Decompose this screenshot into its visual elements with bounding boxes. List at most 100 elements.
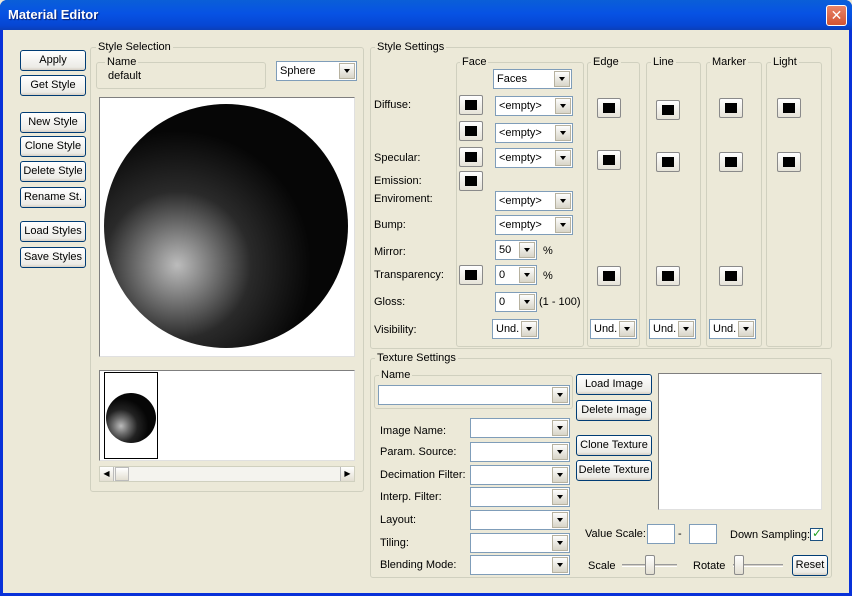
light-specular-color-button[interactable] (777, 152, 801, 172)
color-swatch-icon (783, 103, 795, 113)
preview-shape-value: Sphere (280, 65, 316, 77)
face-gloss-select[interactable]: 0 (495, 292, 537, 312)
face-diffuse-texture-select[interactable]: <empty> (495, 96, 573, 116)
line-specular-color-button[interactable] (656, 152, 680, 172)
delete-texture-button[interactable]: Delete Texture (576, 460, 652, 481)
line-transparency-color-button[interactable] (656, 266, 680, 286)
param-source-select[interactable] (470, 442, 570, 462)
chevron-down-icon (519, 267, 535, 283)
face-bump-texture-select[interactable]: <empty> (495, 215, 573, 235)
value-scale-max-input[interactable] (689, 524, 717, 544)
face-mirror-select[interactable]: 50 (495, 240, 537, 260)
blending-mode-label: Blending Mode: (380, 559, 457, 571)
style-thumbnail[interactable] (104, 372, 158, 459)
image-name-label: Image Name: (380, 425, 447, 437)
checkmark-icon: ✓ (812, 526, 823, 540)
decimation-filter-select[interactable] (470, 465, 570, 485)
clone-style-button[interactable]: Clone Style (20, 136, 86, 157)
face-mode-select[interactable]: Faces (493, 69, 572, 89)
specular-label: Specular: (374, 152, 421, 164)
reset-button[interactable]: Reset (792, 555, 828, 576)
face-visibility-select[interactable]: Und. (492, 319, 539, 339)
new-style-button[interactable]: New Style (20, 112, 86, 133)
rename-style-button[interactable]: Rename St. (20, 187, 86, 208)
apply-button[interactable]: Apply (20, 50, 86, 71)
light-diffuse-color-button[interactable] (777, 98, 801, 118)
thumbnail-scrollbar[interactable]: ◀ ▶ (99, 466, 355, 482)
texture-image-preview (658, 373, 822, 510)
color-swatch-icon (603, 155, 615, 165)
face-environment-texture-select[interactable]: <empty> (495, 191, 573, 211)
face-diffuse-color-button[interactable] (459, 95, 483, 115)
edge-specular-color-button[interactable] (597, 150, 621, 170)
gloss-label: Gloss: (374, 296, 406, 308)
scrollbar-thumb[interactable] (115, 467, 129, 481)
line-visibility-select[interactable]: Und. (649, 319, 696, 339)
color-swatch-icon (662, 157, 674, 167)
arrow-left-icon[interactable]: ◀ (100, 467, 114, 481)
value-scale-min-input[interactable] (647, 524, 675, 544)
chevron-down-icon (339, 63, 355, 79)
marker-specular-color-button[interactable] (719, 152, 743, 172)
tiling-select[interactable] (470, 533, 570, 553)
image-name-select[interactable] (470, 418, 570, 438)
edge-column-title: Edge (591, 56, 621, 68)
down-sampling-checkbox[interactable]: ✓ (810, 526, 823, 541)
scale-slider-thumb[interactable] (645, 555, 655, 575)
edge-visibility-value: Und. (594, 323, 618, 335)
color-swatch-icon (662, 271, 674, 281)
edge-transparency-color-button[interactable] (597, 266, 621, 286)
title-bar[interactable]: Material Editor ✕ (0, 0, 852, 30)
chevron-down-icon (552, 467, 568, 483)
preview-shape-select[interactable]: Sphere (276, 61, 357, 81)
face-transparency-select[interactable]: 0 (495, 265, 537, 285)
style-name-label: Name (105, 56, 139, 68)
marker-visibility-select[interactable]: Und. (709, 319, 756, 339)
marker-transparency-color-button[interactable] (719, 266, 743, 286)
face-diffuse2-texture-select[interactable]: <empty> (495, 123, 573, 143)
param-source-label: Param. Source: (380, 446, 457, 458)
save-styles-button[interactable]: Save Styles (20, 247, 86, 268)
line-diffuse-color-button[interactable] (656, 100, 680, 120)
get-style-button[interactable]: Get Style (20, 75, 86, 96)
load-styles-button[interactable]: Load Styles (20, 221, 86, 242)
face-transparency-value: 0 (499, 269, 506, 281)
interp-filter-select[interactable] (470, 487, 570, 507)
color-swatch-icon (725, 271, 737, 281)
edge-diffuse-color-button[interactable] (597, 98, 621, 118)
load-image-button[interactable]: Load Image (576, 374, 652, 395)
transparency-label: Transparency: (374, 269, 444, 281)
edge-visibility-select[interactable]: Und. (590, 319, 637, 339)
environment-label: Enviroment: (374, 193, 433, 205)
value-scale-separator: - (678, 528, 682, 540)
bump-label: Bump: (374, 219, 406, 231)
sphere-preview-image (104, 104, 348, 348)
clone-texture-button[interactable]: Clone Texture (576, 435, 652, 456)
face-diffuse2-color-button[interactable] (459, 121, 483, 141)
color-swatch-icon (465, 270, 477, 280)
style-thumbnail-list[interactable] (99, 370, 355, 461)
color-swatch-icon (662, 105, 674, 115)
chevron-down-icon (552, 535, 568, 551)
marker-diffuse-color-button[interactable] (719, 98, 743, 118)
color-swatch-icon (465, 152, 477, 162)
face-transparency-color-button[interactable] (459, 265, 483, 285)
close-button[interactable]: ✕ (826, 5, 847, 26)
layout-select[interactable] (470, 510, 570, 530)
delete-image-button[interactable]: Delete Image (576, 400, 652, 421)
face-specular-texture-select[interactable]: <empty> (495, 148, 573, 168)
chevron-down-icon (554, 71, 570, 87)
face-specular-texture-value: <empty> (499, 152, 542, 164)
delete-style-button[interactable]: Delete Style (20, 161, 86, 182)
blending-mode-select[interactable] (470, 555, 570, 575)
face-specular-color-button[interactable] (459, 147, 483, 167)
emission-label: Emission: (374, 175, 422, 187)
texture-name-select[interactable] (378, 385, 570, 405)
material-preview (99, 97, 355, 357)
chevron-down-icon (519, 294, 535, 310)
face-emission-color-button[interactable] (459, 171, 483, 191)
color-swatch-icon (465, 126, 477, 136)
style-selection-title: Style Selection (96, 41, 173, 53)
arrow-right-icon[interactable]: ▶ (340, 467, 354, 481)
rotate-slider-thumb[interactable] (734, 555, 744, 575)
